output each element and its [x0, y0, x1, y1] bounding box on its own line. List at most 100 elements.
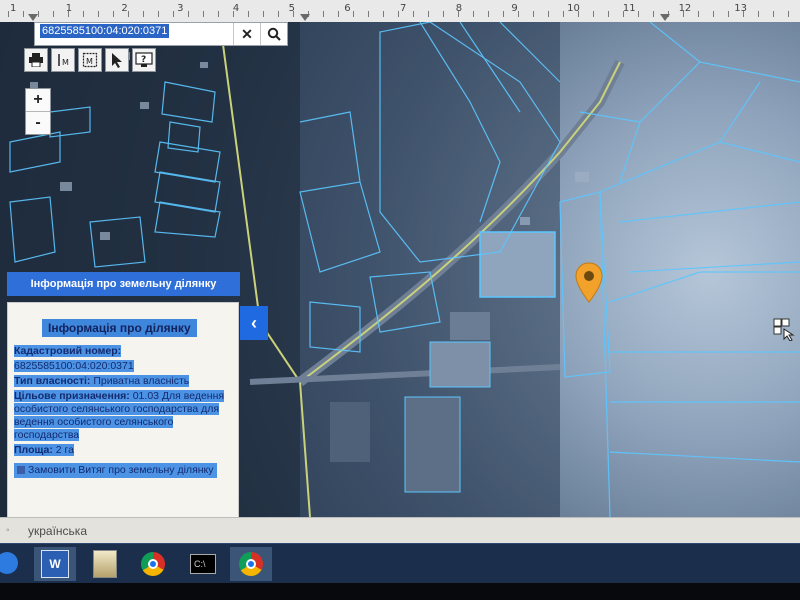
- area-value: 2 га: [55, 444, 74, 456]
- ruler-tick: [98, 11, 99, 17]
- zoom-out-button[interactable]: -: [26, 111, 50, 134]
- ruler-number: 2: [121, 3, 128, 14]
- language-indicator[interactable]: українська: [28, 524, 87, 538]
- ruler-number: 6: [344, 3, 351, 14]
- page-nav-icon[interactable]: ◦: [6, 525, 10, 536]
- ruler-number: 7: [400, 3, 407, 14]
- ruler-number: 9: [511, 3, 518, 14]
- cadastral-label: Кадастровий номер:: [14, 345, 122, 357]
- ruler-tick: [398, 11, 399, 17]
- ruler-tick: [443, 11, 444, 17]
- ruler-tick: [143, 11, 144, 17]
- ruler-tick: [518, 11, 519, 17]
- ruler-tick: [773, 11, 774, 17]
- ruler-tick: [128, 11, 129, 17]
- ruler-tick: [368, 11, 369, 17]
- cadastral-map[interactable]: 6825585100:04:020:0371 ✕ M M ? + - Інфор…: [0, 22, 800, 517]
- print-icon: [29, 53, 43, 67]
- ruler-number: 13: [734, 3, 748, 14]
- svg-text:M: M: [62, 58, 69, 67]
- ruler-number: 11: [622, 3, 636, 14]
- ruler-number: 4: [232, 3, 240, 14]
- map-toolbar: M M ?: [24, 48, 156, 72]
- start-button[interactable]: [0, 552, 18, 574]
- ruler-tick: [788, 11, 789, 17]
- ruler-tick: [428, 11, 429, 17]
- measure-line-button[interactable]: M: [51, 48, 75, 72]
- document-ruler: 1 1 2 3 4 5 6 7 8 9 10 11 12 13: [0, 0, 800, 23]
- pointer-icon: [112, 53, 122, 68]
- ruler-tick: [53, 11, 54, 17]
- taskbar-photo-viewer[interactable]: [84, 547, 126, 581]
- ruler-tick: [173, 11, 174, 17]
- ruler-tick: [503, 11, 504, 17]
- ruler-tick: [263, 11, 264, 17]
- help-button[interactable]: ?: [132, 48, 156, 72]
- status-bar: ◦ українська: [0, 517, 800, 544]
- ruler-number: 10: [567, 3, 580, 14]
- zoom-control: + -: [25, 88, 51, 135]
- ruler-tick: [113, 11, 114, 17]
- ruler-number: 1: [10, 3, 17, 14]
- parcel-info-banner[interactable]: Інформація про земельну ділянку: [7, 272, 240, 296]
- ruler-marker[interactable]: [300, 14, 310, 21]
- ruler-tick: [338, 11, 339, 17]
- svg-text:M: M: [86, 57, 93, 66]
- word-icon: W: [41, 550, 69, 578]
- ruler-tick: [488, 11, 489, 17]
- ruler-tick: [608, 11, 609, 17]
- move-cursor-icon: [773, 318, 795, 341]
- taskbar-word[interactable]: W: [34, 547, 76, 581]
- cadastral-search-box[interactable]: 6825585100:04:020:0371 ✕: [34, 22, 288, 46]
- ruler-tick: [413, 11, 414, 17]
- ruler-marker[interactable]: [660, 14, 670, 21]
- ruler-number: 1: [65, 3, 73, 14]
- ruler-tick: [83, 11, 84, 17]
- purpose-label: Цільове призначення:: [14, 390, 130, 402]
- search-selected-text: 6825585100:04:020:0371: [40, 24, 170, 38]
- ruler-number: 5: [288, 3, 295, 14]
- taskbar-cmd[interactable]: C:\: [182, 547, 224, 581]
- location-pin-icon[interactable]: [574, 262, 604, 304]
- document-icon: [17, 466, 25, 475]
- help-icon: ?: [135, 52, 153, 67]
- cadastral-search-input[interactable]: 6825585100:04:020:0371: [38, 24, 233, 43]
- taskbar-chrome-2[interactable]: [230, 547, 272, 581]
- chrome-icon-2: [239, 552, 263, 576]
- order-extract-label: Замовити Витяг про земельну ділянку: [28, 464, 214, 476]
- taskbar-chrome[interactable]: [132, 547, 174, 581]
- ruler-tick: [758, 11, 759, 17]
- ownership-value: Приватна власність: [93, 375, 190, 387]
- zoom-in-button[interactable]: +: [26, 89, 50, 111]
- panel-title: Інформація про ділянку: [42, 319, 197, 337]
- svg-text:?: ?: [141, 55, 146, 65]
- photo-viewer-icon: [93, 550, 117, 578]
- measure-area-button[interactable]: M: [78, 48, 102, 72]
- clear-search-button[interactable]: ✕: [233, 23, 260, 45]
- ruler-tick: [593, 11, 594, 17]
- ruler-tick: [323, 11, 324, 17]
- measure-area-icon: M: [82, 52, 98, 68]
- ruler-tick: [698, 11, 699, 17]
- order-extract-button[interactable]: Замовити Витяг про земельну ділянку: [14, 463, 217, 478]
- ruler-tick: [203, 11, 204, 17]
- ruler-marker[interactable]: [28, 14, 38, 21]
- ruler-tick: [218, 11, 219, 17]
- search-icon: [267, 27, 281, 41]
- command-prompt-icon: C:\: [190, 554, 216, 574]
- ruler-tick: [383, 11, 384, 17]
- ruler-tick: [248, 11, 249, 17]
- parcel-info-panel: Інформація про ділянку Кадастровий номер…: [7, 302, 239, 517]
- pointer-button[interactable]: [105, 48, 129, 72]
- ruler-tick: [158, 11, 159, 17]
- ruler-tick: [473, 11, 474, 17]
- ownership-label: Тип власності:: [14, 375, 91, 387]
- area-label: Площа:: [14, 444, 53, 456]
- taskbar: W C:\: [0, 543, 800, 584]
- print-button[interactable]: [24, 48, 48, 72]
- collapse-panel-button[interactable]: ‹: [240, 306, 268, 340]
- cadastral-value: 6825585100:04:020:0371: [14, 360, 134, 372]
- search-button[interactable]: [260, 23, 287, 45]
- ruler-tick: [23, 11, 24, 17]
- ruler-tick: [8, 11, 9, 17]
